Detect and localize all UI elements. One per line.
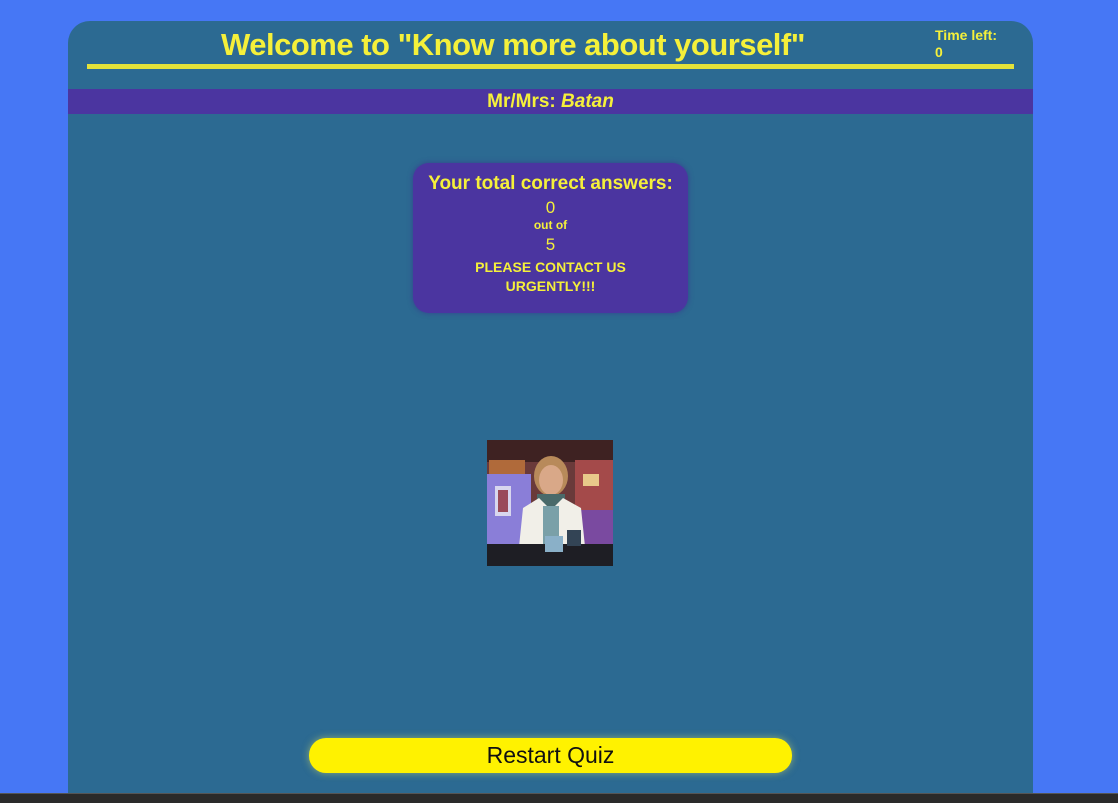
result-message-line2: URGENTLY!!! [505, 278, 596, 294]
total-count: 5 [545, 235, 556, 254]
title-underline [87, 64, 1014, 69]
quiz-panel: Welcome to "Know more about yourself" Ti… [68, 21, 1033, 796]
restart-quiz-button[interactable]: Restart Quiz [309, 738, 792, 773]
correct-count: 0 [545, 198, 556, 217]
timer-label: Time left: [935, 27, 997, 43]
score-heading: Your total correct answers: [428, 173, 673, 194]
out-of-label: out of [533, 218, 568, 232]
page-title: Welcome to "Know more about yourself" [221, 27, 805, 62]
result-message-line1: PLEASE CONTACT US [475, 259, 626, 275]
user-name: Batan [561, 91, 614, 112]
result-message: PLEASE CONTACT US URGENTLY!!! [413, 257, 688, 297]
timer-value: 0 [935, 44, 943, 60]
timer: Time left: 0 [935, 27, 997, 61]
user-name-bar: Mr/Mrs: Batan [68, 89, 1033, 114]
reaction-gif-illustration [487, 440, 613, 566]
score-card: Your total correct answers: 0 out of 5 P… [413, 163, 688, 313]
name-prefix: Mr/Mrs: [487, 91, 556, 112]
reaction-gif-image [487, 440, 613, 566]
